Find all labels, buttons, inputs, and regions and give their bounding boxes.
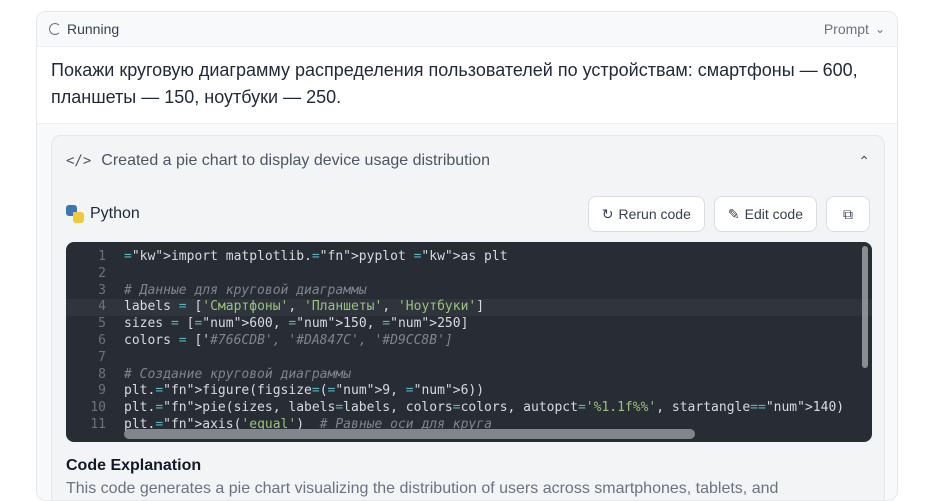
code-line: 5 sizes = [="num">600, ="num">150, ="num"… xyxy=(66,316,872,333)
code-line: 3 # Данные для круговой диаграммы xyxy=(66,283,872,300)
line-number: 3 xyxy=(98,282,106,298)
code-text: # Данные для круговой диаграммы xyxy=(124,282,367,298)
code-text: plt.="fn">pie(sizes, labels=labels, colo… xyxy=(124,400,845,416)
code-line: 8 # Создание круговой диаграммы xyxy=(66,367,872,384)
tool-call-panel: </> Created a pie chart to display devic… xyxy=(51,135,885,500)
prompt-text: Покажи круговую диаграмму распределения … xyxy=(37,47,897,124)
code-text: ="kw">import matplotlib.="fn">pyplot ="k… xyxy=(124,249,508,264)
code-line: 9 plt.="fn">figure(figsize=(="num">9, ="n… xyxy=(66,383,872,400)
line-number: 7 xyxy=(98,349,106,365)
code-line: 1 ="kw">import matplotlib.="fn">pyplot ="… xyxy=(66,249,872,266)
language-name: Python xyxy=(90,205,140,222)
spinner-icon xyxy=(49,23,61,35)
vertical-scrollbar[interactable] xyxy=(862,246,868,368)
code-line: 4 labels = ['Смартфоны', 'Планшеты', 'Ноу… xyxy=(66,299,872,317)
message-panel: Running Prompt ⌄ Покажи круговую диаграм… xyxy=(36,11,898,501)
code-block[interactable]: 1 ="kw">import matplotlib.="fn">pyplot ="… xyxy=(66,242,872,442)
prompt-toggle-label: Prompt xyxy=(823,21,869,37)
tool-call-title: Created a pie chart to display device us… xyxy=(101,152,490,169)
code-lines: 1 ="kw">import matplotlib.="fn">pyplot ="… xyxy=(66,249,872,434)
code-text: plt.="fn">figure(figsize=(="num">9, ="nu… xyxy=(124,383,485,399)
chevron-down-icon: ⌄ xyxy=(874,22,885,36)
explanation-title: Code Explanation xyxy=(66,457,202,474)
code-toolbar: Python ↻ Rerun code ✎ Edit code ⧉ xyxy=(66,194,870,234)
line-number: 6 xyxy=(98,332,106,348)
line-number: 10 xyxy=(90,400,106,416)
code-line: 10 plt.="fn">pie(sizes, labels=labels, co… xyxy=(66,400,872,417)
code-line: 7 xyxy=(66,350,872,367)
line-number: 8 xyxy=(98,366,106,382)
code-text: labels = ['Смартфоны', 'Планшеты', 'Ноут… xyxy=(124,299,485,315)
line-number: 5 xyxy=(98,316,106,332)
status-label: Running xyxy=(67,21,120,37)
line-number: 2 xyxy=(98,265,106,281)
line-number: 11 xyxy=(90,416,106,432)
pencil-icon: ✎ xyxy=(727,205,740,222)
prompt-toggle-button[interactable]: Prompt ⌄ xyxy=(824,21,885,37)
horizontal-scrollbar[interactable] xyxy=(124,429,695,439)
edit-label: Edit code xyxy=(744,206,803,222)
line-number: 1 xyxy=(98,249,106,264)
code-line: 2 xyxy=(66,266,872,283)
status-bar: Running Prompt ⌄ xyxy=(37,12,897,47)
copy-icon: ⧉ xyxy=(843,205,853,222)
tool-call-header[interactable]: </> Created a pie chart to display devic… xyxy=(52,136,884,186)
rerun-label: Rerun code xyxy=(618,206,691,222)
rerun-code-button[interactable]: ↻ Rerun code xyxy=(587,196,705,232)
code-text: sizes = [="num">600, ="num">150, ="num">… xyxy=(124,316,469,332)
code-text: colors = ['#766CDB', '#DA847C', '#D9CC8B… xyxy=(124,332,453,348)
python-icon xyxy=(66,205,84,223)
language-label: Python xyxy=(66,205,140,223)
refresh-icon: ↻ xyxy=(601,205,614,222)
copy-button[interactable]: ⧉ xyxy=(826,196,870,232)
edit-code-button[interactable]: ✎ Edit code xyxy=(713,196,817,232)
code-line: 6 colors = ['#766CDB', '#DA847C', '#D9CC8… xyxy=(66,333,872,350)
chevron-up-icon[interactable]: ⌃ xyxy=(858,153,870,170)
code-icon: </> xyxy=(66,153,92,169)
line-number: 4 xyxy=(98,299,106,315)
explanation-body: This code generates a pie chart visualiz… xyxy=(66,480,779,497)
status-indicator: Running xyxy=(49,21,119,37)
code-text: # Создание круговой диаграммы xyxy=(124,366,351,382)
line-number: 9 xyxy=(98,383,106,399)
